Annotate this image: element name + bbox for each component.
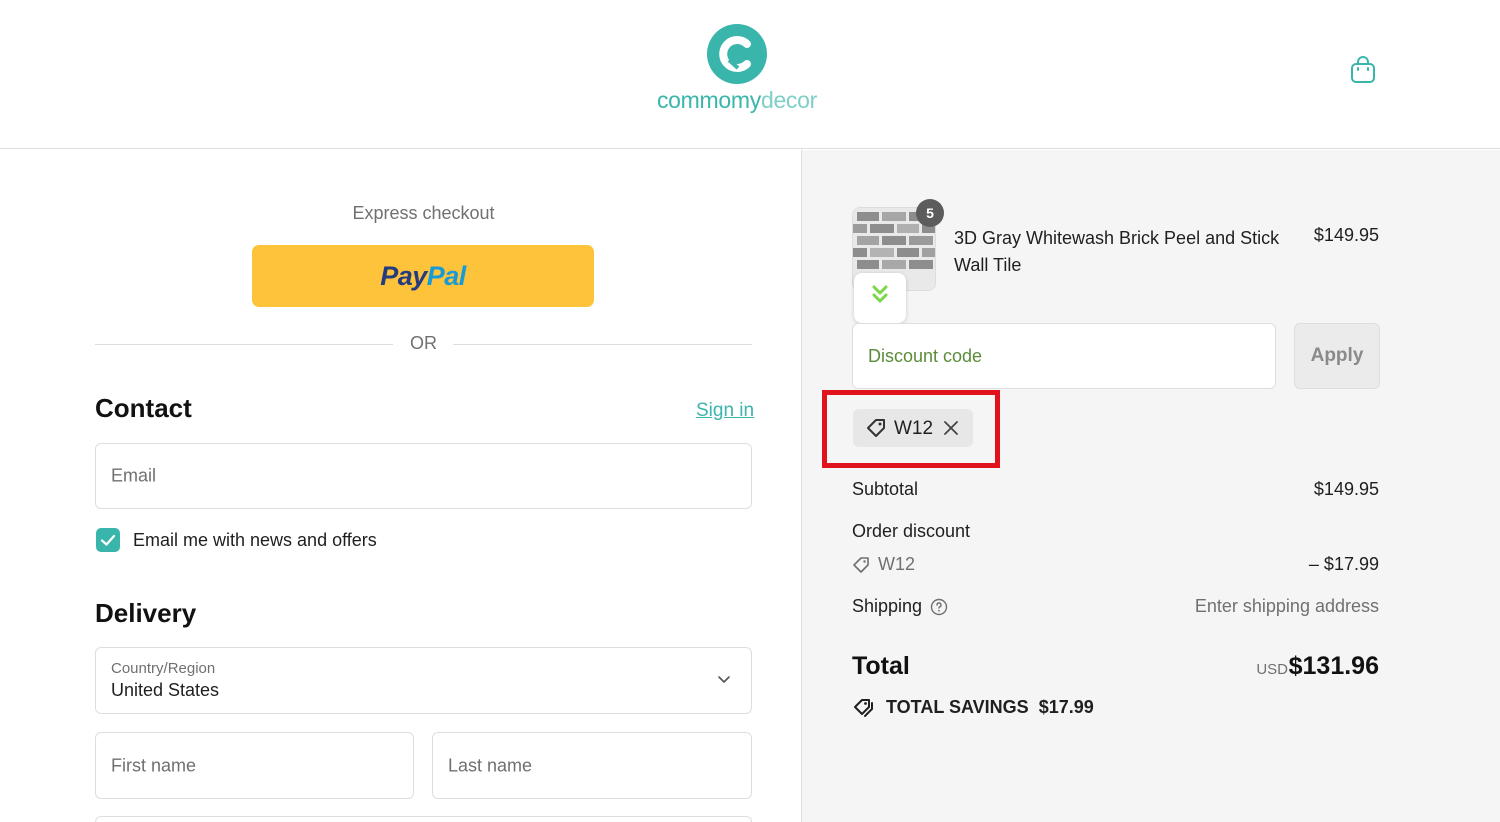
email-placeholder: Email	[111, 465, 157, 486]
brand-name: commomydecor	[656, 87, 817, 113]
subtotal-value: $149.95	[1313, 479, 1379, 499]
last-name-placeholder: Last name	[448, 755, 533, 775]
or-divider: OR	[95, 333, 752, 357]
newsletter-label: Email me with news and offers	[133, 530, 377, 550]
discount-code-row: W12	[852, 554, 915, 575]
applied-discount-chip: W12	[853, 409, 973, 447]
last-name-field[interactable]: Last name	[432, 732, 752, 799]
savings-label: TOTAL SAVINGS	[886, 696, 1029, 717]
expand-tab[interactable]	[854, 273, 906, 323]
delivery-heading: Delivery	[95, 598, 197, 628]
checkout-form: Express checkout PayPal OR Contact Sign …	[0, 150, 801, 822]
brand-logo[interactable]: commomydecor	[652, 24, 822, 116]
country-label: Country/Region	[111, 660, 216, 677]
checkmark-icon	[100, 534, 116, 546]
total-value: $131.96	[1288, 652, 1379, 680]
double-chevron-down-icon	[872, 285, 888, 303]
sign-in-link[interactable]: Sign in	[696, 400, 754, 422]
discount-code-text: W12	[878, 554, 916, 574]
address-field[interactable]	[95, 816, 752, 822]
contact-heading: Contact	[95, 393, 192, 423]
quantity-badge: 5	[916, 199, 944, 227]
paypal-button[interactable]: PayPal	[252, 245, 594, 307]
email-field[interactable]: Email	[95, 443, 752, 509]
divider-line	[453, 344, 752, 345]
savings-value: $17.99	[1038, 696, 1094, 717]
site-header: commomydecor	[0, 0, 1500, 149]
shopping-bag-icon	[1351, 56, 1375, 83]
remove-discount-icon[interactable]	[942, 419, 960, 437]
subtotal-label: Subtotal	[852, 479, 919, 499]
discount-code-input[interactable]: Discount code	[852, 323, 1276, 389]
discount-placeholder: Discount code	[868, 346, 983, 366]
first-name-field[interactable]: First name	[95, 732, 414, 799]
newsletter-checkbox[interactable]	[96, 528, 120, 552]
currency-code: USD	[1256, 661, 1288, 678]
cart-button[interactable]	[1347, 54, 1379, 86]
paypal-logo: PayPal	[380, 260, 466, 291]
tag-icon	[867, 419, 885, 437]
first-name-placeholder: First name	[111, 755, 197, 775]
logo-mark-icon	[707, 24, 767, 84]
chevron-down-icon	[718, 676, 730, 683]
order-discount-label: Order discount	[852, 521, 971, 541]
shipping-row: Shipping	[852, 596, 948, 617]
divider-line	[95, 344, 393, 345]
apply-button[interactable]: Apply	[1294, 323, 1380, 389]
shipping-label: Shipping	[852, 596, 923, 616]
country-value: United States	[111, 680, 220, 700]
help-icon[interactable]	[930, 598, 948, 616]
product-name: 3D Gray Whitewash Brick Peel and Stick W…	[954, 228, 1280, 275]
country-select[interactable]: Country/Region United States	[95, 647, 752, 714]
savings-tag-icon	[854, 699, 873, 717]
total-savings: TOTAL SAVINGS $17.99	[852, 696, 1094, 718]
product-price: $149.95	[1313, 225, 1379, 245]
discount-value: – $17.99	[1308, 554, 1379, 574]
applied-code: W12	[894, 418, 934, 439]
shipping-value: Enter shipping address	[1194, 596, 1379, 616]
total-label: Total	[852, 652, 910, 680]
or-text: OR	[410, 333, 437, 353]
tag-icon	[853, 556, 869, 573]
order-summary: 5 3D Gray Whitewash Brick Peel and Stick…	[801, 150, 1500, 822]
express-checkout-label: Express checkout	[352, 203, 495, 223]
